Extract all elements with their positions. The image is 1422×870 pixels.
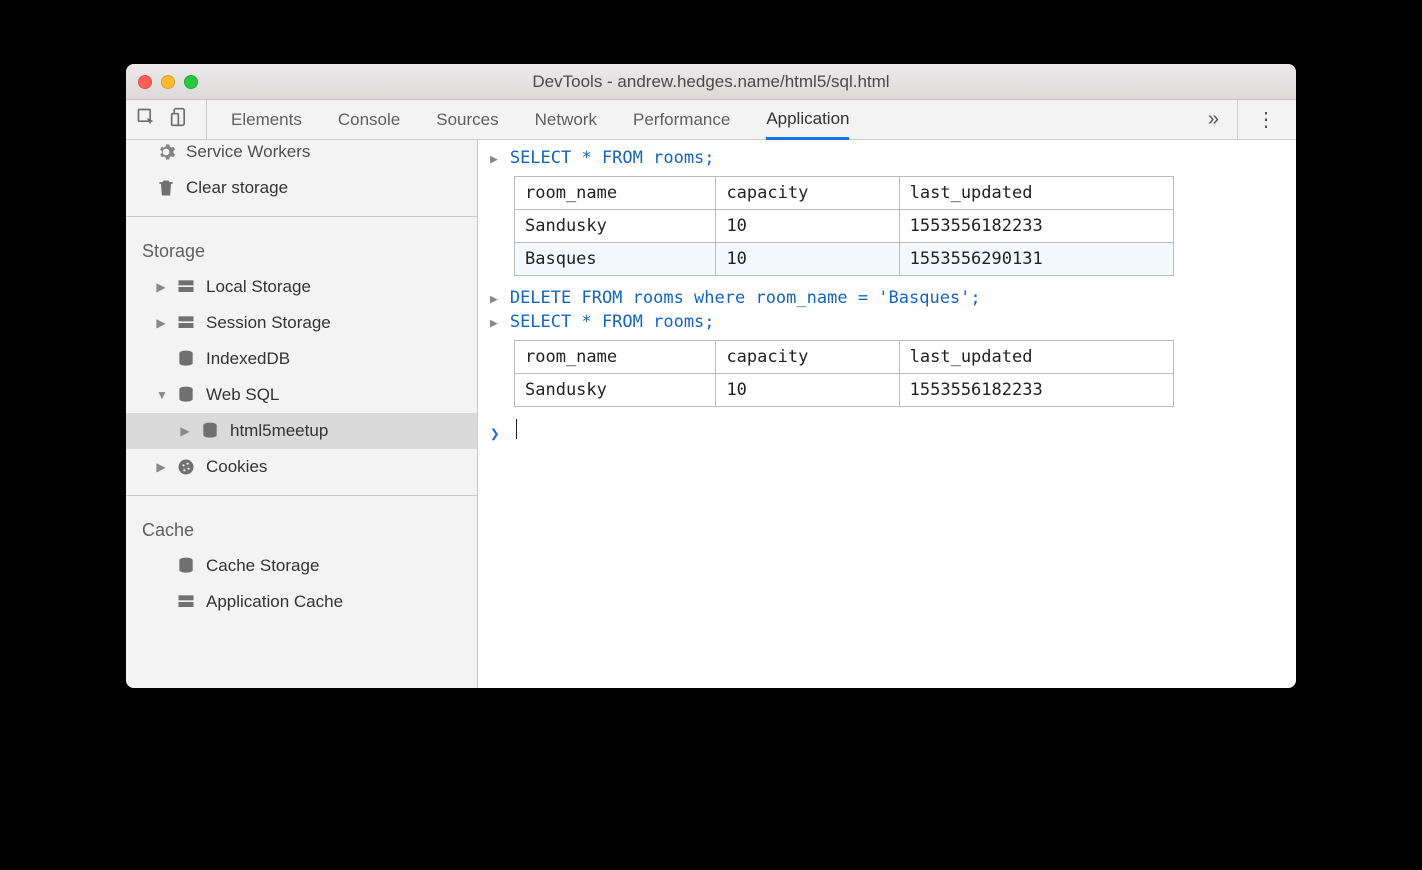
sidebar-item-local-storage[interactable]: ▶ Local Storage	[126, 269, 477, 305]
sidebar-item-label: Cookies	[206, 457, 267, 477]
sidebar-item-label: Web SQL	[206, 385, 279, 405]
chevron-right-icon: ▶	[156, 460, 166, 474]
cell: 1553556182233	[899, 374, 1173, 407]
tab-list: Elements Console Sources Network Perform…	[207, 100, 1190, 139]
sidebar-item-application-cache[interactable]: Application Cache	[126, 584, 477, 620]
prompt-icon: ❯	[490, 424, 500, 443]
chevron-down-icon: ▼	[156, 388, 166, 402]
fullscreen-icon[interactable]	[184, 75, 198, 89]
inspect-icon[interactable]	[136, 107, 156, 132]
sidebar-item-html5meetup[interactable]: ▶ html5meetup	[126, 413, 477, 449]
more-tabs-icon[interactable]: »	[1190, 108, 1237, 131]
application-sidebar: Service Workers Clear storage Storage ▶ …	[126, 140, 478, 688]
divider	[126, 216, 477, 217]
console-entry: ▶ DELETE FROM rooms where room_name = 'B…	[478, 286, 1296, 310]
result-table: room_name capacity last_updated Sandusky…	[514, 176, 1174, 276]
trash-icon	[156, 178, 176, 198]
database-icon	[200, 421, 220, 441]
cell: 1553556182233	[899, 210, 1173, 243]
storage-icon	[176, 277, 196, 297]
text-cursor	[516, 419, 517, 439]
sql-statement: SELECT * FROM rooms;	[510, 148, 715, 168]
cell: 1553556290131	[899, 243, 1173, 276]
table-row[interactable]: Basques 10 1553556290131	[515, 243, 1174, 276]
tab-sources[interactable]: Sources	[436, 100, 498, 139]
sidebar-section-cache: Cache	[126, 512, 477, 548]
tab-console[interactable]: Console	[338, 100, 400, 139]
console-entry: ▶ SELECT * FROM rooms;	[478, 146, 1296, 170]
sidebar-item-session-storage[interactable]: ▶ Session Storage	[126, 305, 477, 341]
database-icon	[176, 385, 196, 405]
sql-statement: DELETE FROM rooms where room_name = 'Bas…	[510, 288, 981, 308]
sidebar-item-label: Local Storage	[206, 277, 311, 297]
col-header: last_updated	[899, 177, 1173, 210]
sidebar-item-indexeddb[interactable]: IndexedDB	[126, 341, 477, 377]
console-entry: ▶ SELECT * FROM rooms;	[478, 310, 1296, 334]
cell: 10	[716, 374, 899, 407]
table-row[interactable]: Sandusky 10 1553556182233	[515, 374, 1174, 407]
cell: Basques	[515, 243, 716, 276]
col-header: room_name	[515, 341, 716, 374]
sidebar-item-label: Clear storage	[186, 178, 288, 198]
sidebar-item-cookies[interactable]: ▶ Cookies	[126, 449, 477, 485]
sidebar-item-label: Session Storage	[206, 313, 331, 333]
traffic-lights	[138, 75, 198, 89]
table-header: room_name capacity last_updated	[515, 341, 1174, 374]
sidebar-item-label: IndexedDB	[206, 349, 290, 369]
cell: Sandusky	[515, 374, 716, 407]
col-header: room_name	[515, 177, 716, 210]
storage-icon	[176, 313, 196, 333]
table-row[interactable]: Sandusky 10 1553556182233	[515, 210, 1174, 243]
sidebar-item-label: Service Workers	[186, 142, 310, 162]
sidebar-item-service-workers[interactable]: Service Workers	[126, 140, 477, 170]
col-header: capacity	[716, 341, 899, 374]
database-icon	[176, 349, 196, 369]
sidebar-item-label: Application Cache	[206, 592, 343, 612]
cookie-icon	[176, 457, 196, 477]
cell: Sandusky	[515, 210, 716, 243]
sql-console[interactable]: ▶ SELECT * FROM rooms; room_name capacit…	[478, 140, 1296, 688]
chevron-right-icon: ▶	[156, 316, 166, 330]
table-header: room_name capacity last_updated	[515, 177, 1174, 210]
sidebar-item-web-sql[interactable]: ▼ Web SQL	[126, 377, 477, 413]
sql-statement: SELECT * FROM rooms;	[510, 312, 715, 332]
window-title: DevTools - andrew.hedges.name/html5/sql.…	[126, 72, 1296, 92]
tab-network[interactable]: Network	[535, 100, 597, 139]
sidebar-item-cache-storage[interactable]: Cache Storage	[126, 548, 477, 584]
minimize-icon[interactable]	[161, 75, 175, 89]
device-toggle-icon[interactable]	[170, 107, 190, 132]
sidebar-item-clear-storage[interactable]: Clear storage	[126, 170, 477, 206]
prompt-icon: ▶	[490, 316, 498, 331]
cell: 10	[716, 210, 899, 243]
kebab-menu-icon[interactable]: ⋮	[1237, 100, 1286, 139]
divider	[126, 495, 477, 496]
sidebar-item-label: html5meetup	[230, 421, 328, 441]
chevron-right-icon: ▶	[156, 280, 166, 294]
gear-icon	[156, 142, 176, 162]
database-icon	[176, 556, 196, 576]
devtools-tabbar: Elements Console Sources Network Perform…	[126, 100, 1296, 140]
prompt-icon: ▶	[490, 292, 498, 307]
prompt-icon: ▶	[490, 152, 498, 167]
col-header: last_updated	[899, 341, 1173, 374]
sidebar-section-storage: Storage	[126, 233, 477, 269]
console-input-row[interactable]: ❯	[478, 417, 1296, 445]
cell: 10	[716, 243, 899, 276]
close-icon[interactable]	[138, 75, 152, 89]
sidebar-item-label: Cache Storage	[206, 556, 319, 576]
storage-icon	[176, 592, 196, 612]
content-area: Service Workers Clear storage Storage ▶ …	[126, 140, 1296, 688]
titlebar: DevTools - andrew.hedges.name/html5/sql.…	[126, 64, 1296, 100]
chevron-right-icon: ▶	[180, 424, 190, 438]
result-table: room_name capacity last_updated Sandusky…	[514, 340, 1174, 407]
toolbar-left	[136, 100, 207, 139]
tab-application[interactable]: Application	[766, 101, 849, 140]
tab-performance[interactable]: Performance	[633, 100, 730, 139]
tab-elements[interactable]: Elements	[231, 100, 302, 139]
devtools-window: DevTools - andrew.hedges.name/html5/sql.…	[126, 64, 1296, 688]
col-header: capacity	[716, 177, 899, 210]
